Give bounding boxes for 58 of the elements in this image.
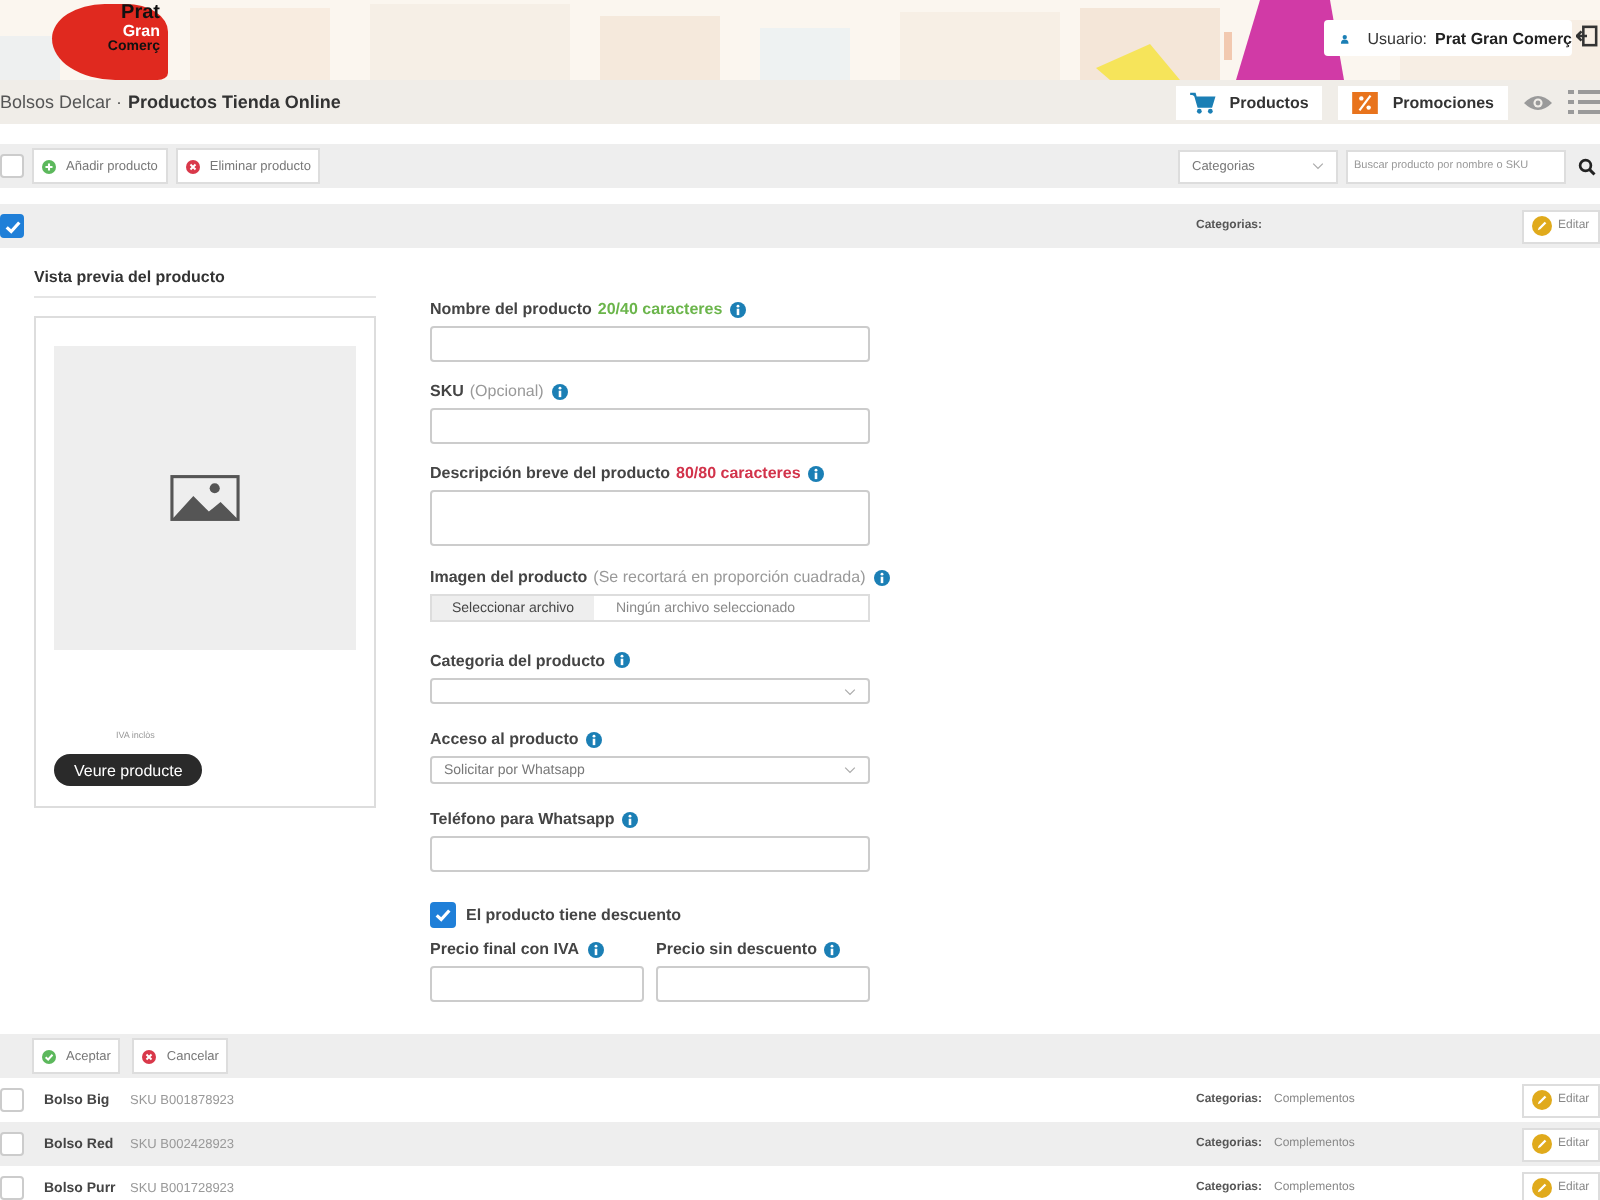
info-icon[interactable]	[587, 941, 604, 957]
checkbox[interactable]	[0, 154, 24, 178]
info-icon[interactable]	[873, 569, 890, 586]
input-field[interactable]	[430, 966, 644, 1002]
info-icon[interactable]	[613, 652, 630, 669]
image-icon	[170, 474, 240, 522]
percent-icon	[1352, 91, 1379, 113]
field-label: Precio final con IVA	[430, 940, 580, 958]
input-field[interactable]	[430, 836, 870, 872]
search-icon[interactable]	[1578, 157, 1596, 175]
menu-icon[interactable]	[1568, 88, 1600, 116]
checkbox[interactable]	[430, 902, 456, 928]
field-label: Categoria del producto	[430, 651, 606, 670]
logout-icon[interactable]	[1576, 24, 1598, 48]
field-label: Nombre del producto 20/40 caracteres	[430, 300, 723, 318]
info-icon[interactable]	[808, 465, 825, 481]
user-icon	[1340, 29, 1350, 47]
chevron-down-icon	[844, 687, 856, 696]
nav-button[interactable]: Productos	[1175, 85, 1323, 119]
chevron-down-icon	[844, 766, 856, 775]
info-icon[interactable]	[551, 383, 568, 399]
field-label: Teléfono para Whatsapp	[430, 810, 615, 828]
field-label: SKU (Opcional)	[430, 382, 544, 400]
field-label: Imagen del producto (Se recortará en proporción cuadrada)	[430, 568, 866, 587]
nav-button[interactable]: Promociones	[1338, 85, 1508, 119]
user-name: Prat Gran Comerç	[1435, 29, 1572, 47]
checkbox[interactable]	[0, 1176, 24, 1200]
chevron-down-icon	[1312, 162, 1324, 170]
preview-title: Vista previa del producto	[34, 268, 376, 298]
eye-icon[interactable]	[1524, 93, 1552, 111]
checkbox-label: El producto tiene descuento	[466, 906, 682, 924]
shop-name[interactable]: Bolsos Delcar ·	[0, 92, 123, 112]
input-field[interactable]	[656, 966, 870, 1002]
checkbox[interactable]	[0, 1132, 24, 1156]
field-label: Descripción breve del producto 80/80 caracteres	[430, 464, 801, 482]
pencil-icon	[1532, 1090, 1552, 1110]
info-icon[interactable]	[586, 731, 603, 748]
close-icon	[142, 1049, 157, 1063]
page-title: Productos Tienda Online	[128, 92, 341, 112]
plus-icon	[42, 159, 56, 173]
field-label: Acceso al producto	[430, 730, 579, 749]
pencil-icon	[1532, 216, 1552, 236]
pencil-icon	[1532, 1178, 1552, 1198]
input-field[interactable]	[430, 326, 870, 362]
input-field[interactable]	[430, 408, 870, 444]
checkbox[interactable]	[0, 214, 24, 238]
pencil-icon	[1532, 1134, 1552, 1154]
cart-icon	[1189, 91, 1216, 113]
view-product-button[interactable]: Veure producte	[54, 754, 203, 786]
user-label: Usuario:	[1367, 29, 1428, 47]
select-field[interactable]	[430, 677, 870, 705]
info-icon[interactable]	[730, 301, 747, 317]
field-label: Precio sin descuento	[656, 940, 817, 958]
info-icon[interactable]	[824, 941, 841, 957]
checkbox[interactable]	[0, 1088, 24, 1112]
close-icon	[185, 159, 200, 173]
info-icon[interactable]	[622, 811, 639, 827]
check-icon	[42, 1049, 56, 1063]
